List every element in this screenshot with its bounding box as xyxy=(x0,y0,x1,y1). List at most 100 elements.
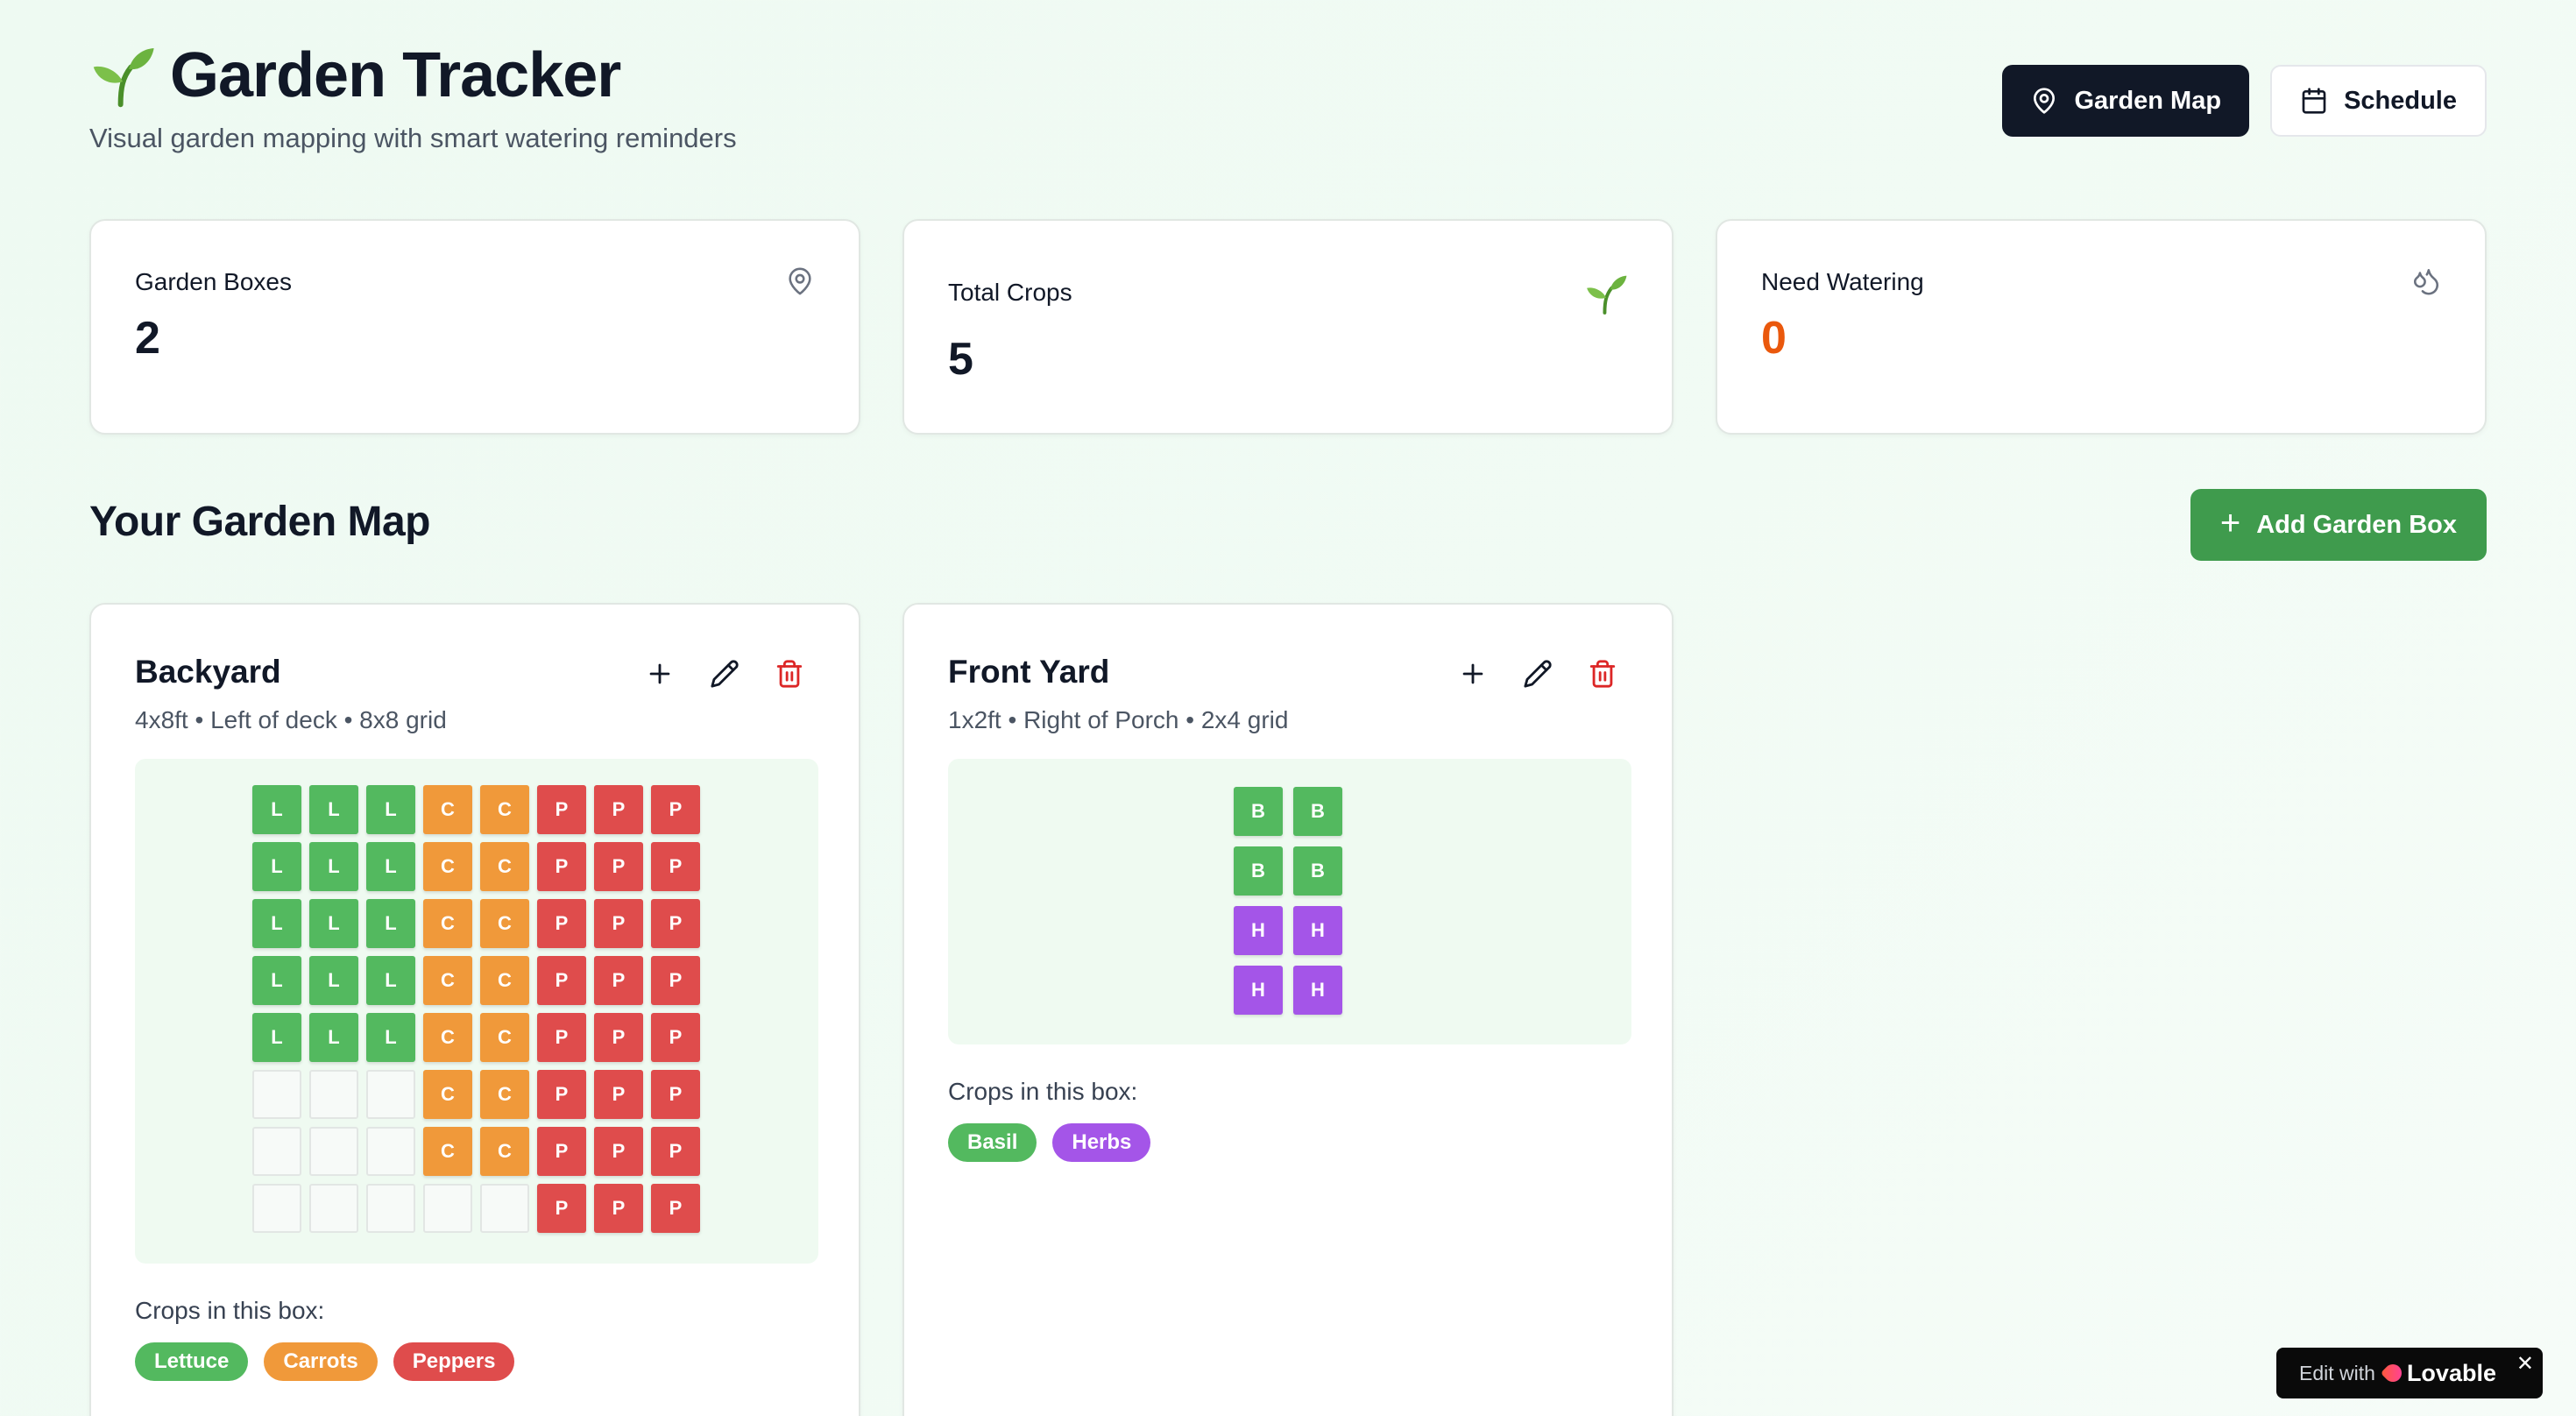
delete-box-button[interactable] xyxy=(773,657,806,690)
lovable-brand-label: Lovable xyxy=(2406,1359,2496,1386)
garden-map-button[interactable]: Garden Map xyxy=(2002,65,2250,137)
grid-cell[interactable] xyxy=(423,1184,472,1233)
grid-cell[interactable]: H xyxy=(1293,966,1342,1015)
grid-cell[interactable] xyxy=(309,1127,358,1176)
close-icon[interactable]: ✕ xyxy=(2516,1351,2534,1377)
grid-cell[interactable]: L xyxy=(366,785,415,834)
grid-cell[interactable]: C xyxy=(480,1127,529,1176)
grid-cell[interactable]: P xyxy=(594,785,643,834)
lovable-badge[interactable]: Edit with Lovable ✕ xyxy=(2276,1348,2543,1398)
grid-cell[interactable]: P xyxy=(651,899,700,948)
grid-cell[interactable]: P xyxy=(594,1070,643,1119)
grid-cell[interactable] xyxy=(309,1184,358,1233)
grid-cell[interactable]: B xyxy=(1293,846,1342,896)
plus-icon xyxy=(649,663,670,684)
grid-cell[interactable]: H xyxy=(1293,906,1342,955)
grid-cell[interactable]: L xyxy=(366,956,415,1005)
grid-cell[interactable]: P xyxy=(594,899,643,948)
grid-cell[interactable]: P xyxy=(537,956,586,1005)
grid-cell[interactable]: P xyxy=(537,899,586,948)
grid-cell[interactable]: P xyxy=(651,1013,700,1062)
grid-cell[interactable]: P xyxy=(594,956,643,1005)
grid-cell[interactable]: C xyxy=(480,956,529,1005)
grid-cell[interactable]: L xyxy=(252,899,301,948)
add-crop-button[interactable] xyxy=(643,657,676,690)
grid-cell[interactable]: L xyxy=(309,842,358,891)
grid-cell[interactable]: C xyxy=(423,1013,472,1062)
grid-cell[interactable]: P xyxy=(651,1184,700,1233)
grid-cell[interactable]: P xyxy=(537,842,586,891)
grid-cell[interactable]: L xyxy=(309,956,358,1005)
grid-cell[interactable]: P xyxy=(537,1184,586,1233)
box-name: Backyard xyxy=(135,654,281,690)
grid-cell[interactable]: P xyxy=(651,956,700,1005)
grid-cell[interactable]: P xyxy=(594,1184,643,1233)
crop-chip: Lettuce xyxy=(135,1342,249,1381)
add-crop-button[interactable] xyxy=(1456,657,1490,690)
grid-cell[interactable]: P xyxy=(651,785,700,834)
grid-cell[interactable]: B xyxy=(1234,846,1283,896)
grid-cell[interactable]: L xyxy=(309,785,358,834)
grid-cell[interactable]: L xyxy=(309,899,358,948)
stat-value: 2 xyxy=(135,313,160,364)
schedule-button[interactable]: Schedule xyxy=(2270,65,2487,137)
grid-cell[interactable]: P xyxy=(537,1070,586,1119)
grid-cell[interactable]: C xyxy=(423,956,472,1005)
grid-cell[interactable]: C xyxy=(423,1127,472,1176)
grid-cell[interactable]: C xyxy=(423,785,472,834)
box-actions xyxy=(1456,657,1619,690)
grid-cell[interactable] xyxy=(366,1070,415,1119)
grid-cell[interactable] xyxy=(252,1184,301,1233)
grid-cell[interactable]: P xyxy=(537,1013,586,1062)
edit-box-button[interactable] xyxy=(1521,657,1554,690)
map-pin-icon xyxy=(789,267,811,295)
grid-cell[interactable] xyxy=(480,1184,529,1233)
grid-cell[interactable]: H xyxy=(1234,966,1283,1015)
pencil-icon xyxy=(1524,660,1552,688)
sprout-icon xyxy=(1587,275,1627,315)
page-header: Garden Tracker Visual garden mapping wit… xyxy=(89,39,737,154)
grid-cell[interactable]: C xyxy=(480,1070,529,1119)
grid-cell[interactable]: H xyxy=(1234,906,1283,955)
grid-cell[interactable]: P xyxy=(537,785,586,834)
stat-value: 5 xyxy=(948,334,973,385)
grid-cell[interactable]: B xyxy=(1234,787,1283,836)
grid-cell[interactable]: L xyxy=(252,842,301,891)
grid-cell[interactable]: L xyxy=(252,956,301,1005)
grid-cell[interactable]: L xyxy=(252,785,301,834)
grid-cell[interactable]: P xyxy=(594,1127,643,1176)
box-name: Front Yard xyxy=(948,654,1110,690)
grid-cell[interactable]: L xyxy=(252,1013,301,1062)
grid-cell[interactable]: P xyxy=(537,1127,586,1176)
edit-box-button[interactable] xyxy=(708,657,741,690)
grid-cell[interactable]: L xyxy=(366,899,415,948)
add-garden-box-label: Add Garden Box xyxy=(2256,510,2457,539)
grid-cell[interactable]: C xyxy=(480,1013,529,1062)
grid-cell[interactable]: C xyxy=(423,842,472,891)
delete-box-button[interactable] xyxy=(1586,657,1619,690)
lovable-heart-icon xyxy=(2380,1360,2406,1386)
grid-cell[interactable] xyxy=(252,1070,301,1119)
grid-cell[interactable]: L xyxy=(309,1013,358,1062)
grid-cell[interactable]: C xyxy=(480,842,529,891)
grid-cell[interactable] xyxy=(252,1127,301,1176)
grid-cell[interactable] xyxy=(309,1070,358,1119)
add-garden-box-button[interactable]: + Add Garden Box xyxy=(2190,489,2487,561)
grid-cell[interactable]: C xyxy=(480,899,529,948)
grid-cell[interactable]: L xyxy=(366,842,415,891)
grid-cell[interactable]: P xyxy=(651,1127,700,1176)
grid-cell[interactable]: P xyxy=(594,842,643,891)
schedule-label: Schedule xyxy=(2344,86,2457,115)
grid-cell[interactable]: P xyxy=(651,1070,700,1119)
grid-cell[interactable]: L xyxy=(366,1013,415,1062)
grid-cell[interactable]: C xyxy=(423,1070,472,1119)
grid-cell[interactable]: C xyxy=(423,899,472,948)
grid-cell[interactable] xyxy=(366,1184,415,1233)
grid-cell[interactable]: P xyxy=(594,1013,643,1062)
lovable-brand: Lovable xyxy=(2380,1359,2496,1387)
stats-row: Garden Boxes 2 Total Crops 5 Need Wateri… xyxy=(89,219,2487,435)
grid-cell[interactable]: P xyxy=(651,842,700,891)
grid-cell[interactable]: B xyxy=(1293,787,1342,836)
grid-cell[interactable]: C xyxy=(480,785,529,834)
grid-cell[interactable] xyxy=(366,1127,415,1176)
